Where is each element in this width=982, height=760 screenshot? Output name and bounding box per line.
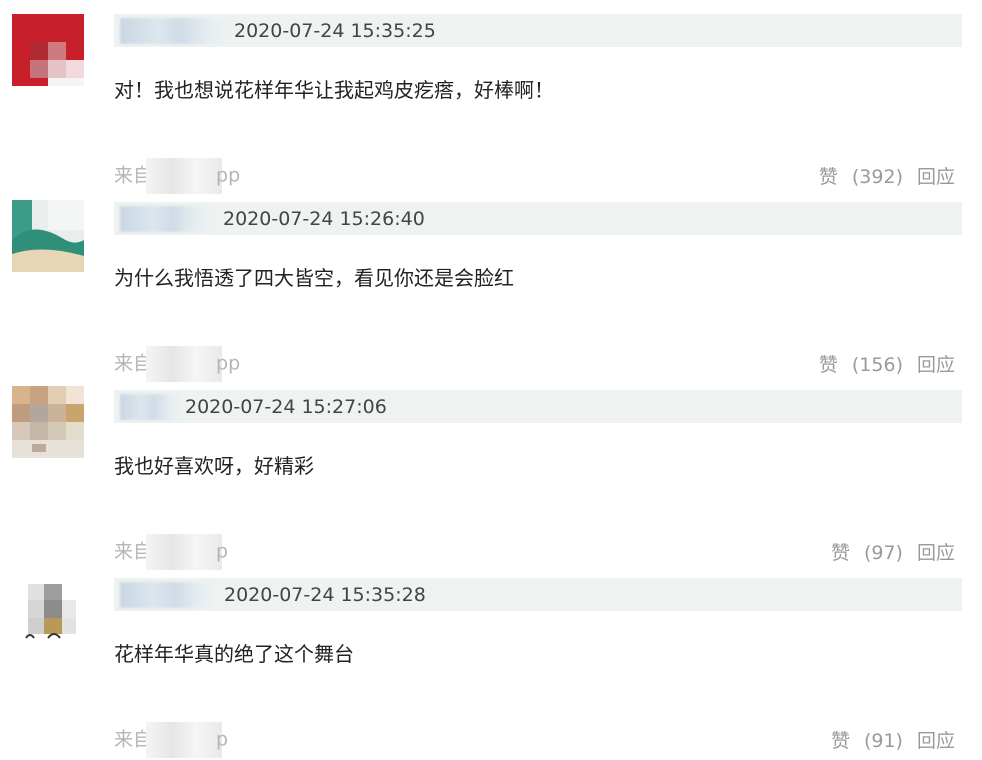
like-label: 赞 (830, 730, 850, 752)
like-label: 赞 (818, 354, 838, 376)
username-redacted[interactable] (120, 18, 230, 44)
avatar-image (12, 14, 84, 86)
username-redacted[interactable] (120, 582, 218, 608)
source-app-redacted (146, 722, 223, 758)
like-label: 赞 (830, 542, 850, 564)
username-redacted[interactable] (120, 206, 214, 232)
comment-meta-bar: 2020-07-24 15:26:40 (114, 202, 962, 235)
comment-item: 2020-07-24 15:26:40 为什么我悟透了四大皆空，看见你还是会脸红… (0, 188, 982, 382)
comment-text: 为什么我悟透了四大皆空，看见你还是会脸红 (114, 266, 514, 290)
comment-timestamp: 2020-07-24 15:35:25 (234, 20, 436, 42)
like-count: (97) (863, 542, 903, 564)
like-count: (91) (863, 730, 903, 752)
comment-source: 来自 p (114, 722, 228, 758)
source-suffix: pp (216, 164, 241, 187)
reply-button[interactable]: 回应 (917, 166, 955, 188)
like-button[interactable]: 赞 (97) (831, 542, 903, 564)
comment-actions: 赞 (91) 回应 (831, 726, 955, 753)
comment-item: 2020-07-24 15:27:06 我也好喜欢呀，好精彩 来自 p 赞 (97)… (0, 376, 982, 570)
comment-timestamp: 2020-07-24 15:35:28 (224, 584, 426, 606)
avatar[interactable] (12, 386, 84, 458)
comment-timestamp: 2020-07-24 15:27:06 (185, 396, 387, 418)
source-suffix: pp (216, 352, 241, 375)
reply-button[interactable]: 回应 (917, 354, 955, 376)
comment-text: 花样年华真的绝了这个舞台 (114, 642, 354, 666)
like-button[interactable]: 赞 (392) (819, 166, 903, 188)
comment-timestamp: 2020-07-24 15:26:40 (223, 208, 425, 230)
reply-button[interactable]: 回应 (917, 542, 955, 564)
comment-actions: 赞 (392) 回应 (819, 162, 955, 189)
username-redacted[interactable] (120, 394, 182, 420)
avatar-image (12, 200, 84, 272)
like-count: (392) (851, 166, 903, 188)
avatar[interactable] (12, 14, 84, 86)
comment-meta-bar: 2020-07-24 15:27:06 (114, 390, 962, 423)
comment-meta-bar: 2020-07-24 15:35:25 (114, 14, 962, 47)
comment-item: 2020-07-24 15:35:28 花样年华真的绝了这个舞台 来自 p 赞 (9… (0, 564, 982, 758)
source-suffix: p (216, 728, 229, 751)
reply-button[interactable]: 回应 (917, 730, 955, 752)
avatar[interactable] (12, 576, 84, 648)
like-button[interactable]: 赞 (156) (819, 354, 903, 376)
avatar-image (12, 386, 84, 458)
source-suffix: p (216, 540, 229, 563)
comment-meta-bar: 2020-07-24 15:35:28 (114, 578, 962, 611)
comment-text: 对！我也想说花样年华让我起鸡皮疙瘩，好棒啊！ (114, 78, 554, 102)
comment-actions: 赞 (156) 回应 (819, 350, 955, 377)
like-count: (156) (851, 354, 903, 376)
avatar-image (12, 576, 84, 648)
comment-actions: 赞 (97) 回应 (831, 538, 955, 565)
avatar[interactable] (12, 200, 84, 272)
comment-item: 2020-07-24 15:35:25 对！我也想说花样年华让我起鸡皮疙瘩，好棒… (0, 0, 982, 194)
like-label: 赞 (818, 166, 838, 188)
like-button[interactable]: 赞 (91) (831, 730, 903, 752)
comment-text: 我也好喜欢呀，好精彩 (114, 454, 314, 478)
